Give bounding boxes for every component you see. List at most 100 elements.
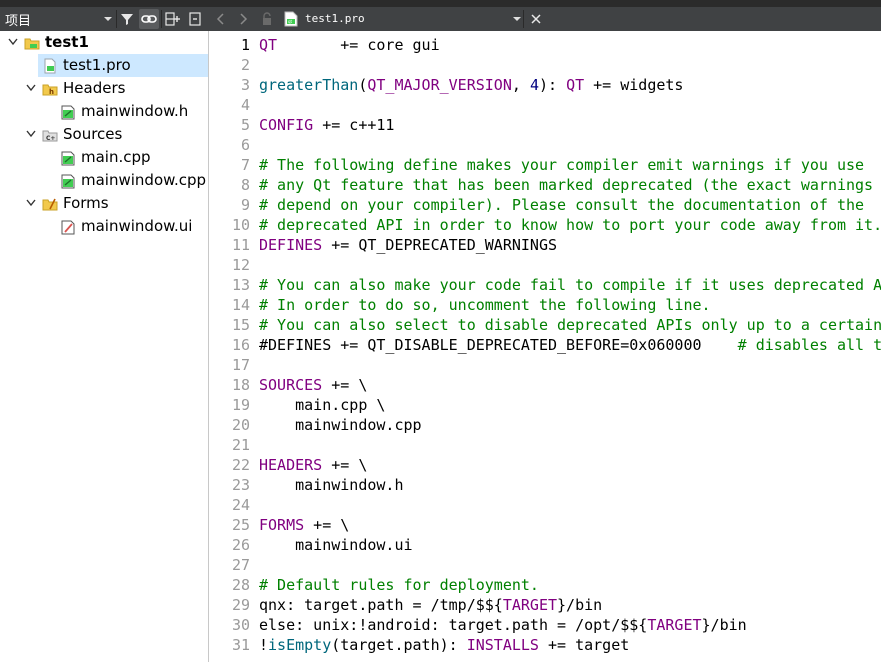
- line-number: 25: [231, 516, 250, 534]
- expand-arrow-icon[interactable]: [24, 80, 38, 96]
- source-file-icon: [60, 104, 76, 120]
- code-text: # depend on your compiler). Please consu…: [259, 195, 864, 215]
- code-line: 25 FORMS += \: [209, 515, 881, 535]
- code-line: 7 # The following define makes your compi…: [209, 155, 881, 175]
- code-token: ):: [538, 76, 567, 94]
- code-token: += c++11: [313, 116, 395, 134]
- line-number: 15: [231, 316, 250, 334]
- code-text: mainwindow.ui: [259, 535, 412, 555]
- code-token: qnx: target.path = /tmp/$${: [259, 596, 503, 614]
- tree-item-file-test1-pro[interactable]: test1.pro: [38, 54, 208, 77]
- code-line: 5 CONFIG += c++11: [209, 115, 881, 135]
- close-icon[interactable]: [526, 9, 546, 29]
- lock-icon: [257, 9, 277, 29]
- line-number: 9: [240, 196, 250, 214]
- tree-item-file-mainwindow-ui[interactable]: mainwindow.ui: [0, 215, 208, 238]
- code-text: #DEFINES += QT_DISABLE_DEPRECATED_BEFORE…: [259, 335, 881, 355]
- close-pane-icon[interactable]: [185, 9, 205, 29]
- code-token: += widgets: [584, 76, 684, 94]
- code-line: 31 !isEmpty(target.path): INSTALLS += tar…: [209, 635, 881, 655]
- code-token: isEmpty: [268, 636, 332, 654]
- tree-item-label: Forms: [63, 194, 109, 212]
- code-token: += target: [538, 636, 630, 654]
- line-number: 19: [231, 396, 250, 414]
- code-line: 21: [209, 435, 881, 455]
- code-line: 27: [209, 555, 881, 575]
- code-line: 30 else: unix:!android: target.path = /op…: [209, 615, 881, 635]
- line-number: 26: [231, 536, 250, 554]
- code-token: QT_MAJOR_VERSION: [367, 76, 512, 94]
- code-token: # disables all the APIs deprecated befor…: [737, 336, 881, 354]
- expand-arrow-icon[interactable]: [6, 34, 20, 50]
- code-editor[interactable]: 1 QT += core gui 2 3 greaterThan(QT_MAJOR_VE…: [209, 31, 881, 662]
- code-text: QT += core gui: [259, 35, 440, 55]
- code-token: }/bin: [701, 616, 747, 634]
- tree-item-file-mainwindow-h[interactable]: mainwindow.h: [0, 100, 208, 123]
- tree-item-file-mainwindow-cpp[interactable]: mainwindow.cpp: [0, 169, 208, 192]
- line-number: 2: [240, 56, 250, 74]
- tree-item-label: test1: [45, 33, 89, 51]
- code-token: # You can also make your code fail to co…: [259, 276, 881, 294]
- code-line: 9 # depend on your compiler). Please cons…: [209, 195, 881, 215]
- code-token: !: [259, 636, 269, 654]
- tree-item-project-test1[interactable]: test1: [0, 31, 208, 54]
- toolbar-separator: [523, 10, 524, 28]
- link-icon[interactable]: [139, 9, 159, 29]
- code-token: else: unix:!android: target.path = /opt/…: [259, 616, 648, 634]
- svg-text:qt: qt: [288, 19, 293, 24]
- code-line: 22 HEADERS += \: [209, 455, 881, 475]
- line-number: 12: [231, 256, 250, 274]
- code-text: # any Qt feature that has been marked de…: [259, 175, 873, 195]
- line-number: 8: [240, 176, 250, 194]
- code-token: TARGET: [647, 616, 702, 634]
- filter-icon[interactable]: [117, 9, 137, 29]
- code-token: FORMS: [259, 516, 305, 534]
- tree-item-label: mainwindow.cpp: [81, 171, 207, 189]
- tree-item-label: Headers: [63, 79, 126, 97]
- line-number: 7: [240, 156, 250, 174]
- code-text: FORMS += \: [259, 515, 349, 535]
- code-text: mainwindow.cpp: [259, 415, 421, 435]
- tree-item-file-main-cpp[interactable]: main.cpp: [0, 146, 208, 169]
- view-selector-label[interactable]: 项目: [5, 10, 31, 29]
- open-file-tab[interactable]: qt test1.pro: [281, 7, 537, 31]
- expand-arrow-icon[interactable]: [24, 195, 38, 211]
- split-add-icon[interactable]: [163, 9, 183, 29]
- file-tab-label: test1.pro: [305, 12, 365, 25]
- code-token: 4: [529, 76, 539, 94]
- chevron-down-icon[interactable]: [98, 9, 118, 29]
- code-text: # deprecated API in order to know how to…: [259, 215, 881, 235]
- code-text: # You can also select to disable depreca…: [259, 315, 881, 335]
- headers-folder-icon: h: [42, 81, 58, 97]
- line-number: 16: [231, 336, 250, 354]
- code-token: += \: [322, 456, 368, 474]
- code-token: TARGET: [502, 596, 558, 614]
- line-number: 1: [240, 36, 250, 54]
- code-text: # In order to do so, uncomment the follo…: [259, 295, 711, 315]
- code-line: 17: [209, 355, 881, 375]
- code-line: 10 # deprecated API in order to know how …: [209, 215, 881, 235]
- code-token: # deprecated API in order to know how to…: [259, 216, 881, 234]
- code-text: qnx: target.path = /tmp/$${TARGET}/bin: [259, 595, 602, 615]
- chevron-down-icon[interactable]: [507, 9, 527, 29]
- code-line: 28 # Default rules for deployment.: [209, 575, 881, 595]
- editor-toolbar: qt test1.pro: [209, 7, 881, 31]
- tree-item-folder-headers[interactable]: h Headers: [0, 77, 208, 100]
- arrow-right-icon[interactable]: [233, 9, 253, 29]
- code-text: mainwindow.h: [259, 475, 404, 495]
- code-text: CONFIG += c++11: [259, 115, 394, 135]
- line-number: 23: [231, 476, 250, 494]
- arrow-left-icon[interactable]: [211, 9, 231, 29]
- expand-arrow-icon[interactable]: [24, 126, 38, 142]
- tree-item-folder-forms[interactable]: Forms: [0, 192, 208, 215]
- line-number: 27: [231, 556, 250, 574]
- code-token: += \: [304, 516, 350, 534]
- code-token: mainwindow.h: [259, 476, 404, 494]
- code-token: # You can also select to disable depreca…: [259, 316, 881, 334]
- line-number: 18: [231, 376, 250, 394]
- toolbar-separator: [161, 10, 162, 28]
- code-token: # depend on your compiler). Please consu…: [259, 196, 865, 214]
- line-number: 29: [231, 596, 250, 614]
- tree-item-folder-sources[interactable]: C+ Sources: [0, 123, 208, 146]
- code-line: 12: [209, 255, 881, 275]
